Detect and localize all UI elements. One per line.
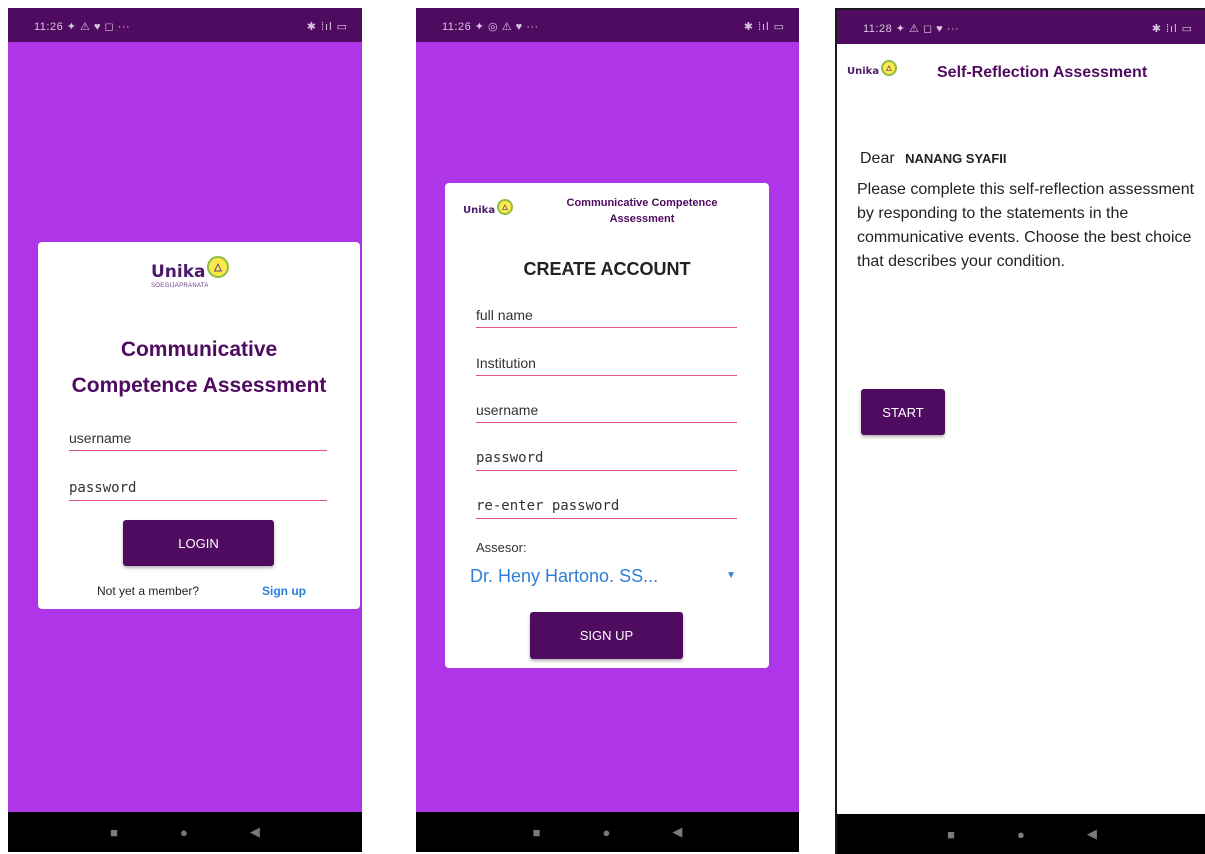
unika-logo: Unika △ SOEGIJAPRANATA (151, 256, 251, 296)
status-bar: 11:26 ✦ ◎ ⚠ ♥ ··· ✱ ⁞ıl ▭ (416, 8, 799, 42)
status-time: 11:26 ✦ ⚠ ♥ ◻ ··· (34, 21, 131, 33)
start-button[interactable]: START (861, 389, 945, 435)
back-icon[interactable]: ◀ (250, 824, 260, 840)
home-icon[interactable]: ● (1017, 827, 1025, 842)
unika-logo: Unika △ (463, 197, 523, 227)
recents-icon[interactable]: ■ (533, 825, 541, 840)
nav-bar: ■ ● ◀ (416, 812, 799, 852)
home-icon[interactable]: ● (603, 825, 611, 840)
institution-field[interactable]: Institution (476, 355, 737, 376)
header-title: Self-Reflection Assessment (937, 64, 1148, 81)
header-title: Communicative Competence Assessment (566, 197, 718, 225)
recents-icon[interactable]: ■ (110, 825, 118, 840)
password-field[interactable]: password (476, 450, 737, 471)
full-name-field[interactable]: full name (476, 307, 737, 328)
greeting: Dear NANANG SYAFII (860, 150, 1007, 168)
login-button[interactable]: LOGIN (123, 520, 274, 566)
logo-text: Unika (847, 66, 880, 77)
login-background: Unika △ SOEGIJAPRANATA Communicative Com… (8, 42, 362, 812)
title-line-1: Communicative (120, 338, 278, 361)
assessor-label: Assesor: (476, 540, 527, 555)
assessor-dropdown[interactable]: Dr. Heny Hartono. SS... ▼ (470, 564, 740, 590)
caret-down-icon: ▼ (726, 570, 736, 581)
recents-icon[interactable]: ■ (947, 827, 955, 842)
status-bar: 11:28 ✦ ⚠ ◻ ♥ ··· ✱ ⁞ıl ▭ (837, 10, 1205, 44)
login-card: Unika △ SOEGIJAPRANATA Communicative Com… (38, 242, 360, 609)
unika-logo: Unika △ (847, 58, 907, 88)
logo-subtitle: SOEGIJAPRANATA (151, 283, 209, 289)
create-account-screen: 11:26 ✦ ◎ ⚠ ♥ ··· ✱ ⁞ıl ▭ Unika △ Commun… (416, 8, 799, 852)
create-account-background: Unika △ Communicative Competence Assessm… (416, 42, 799, 812)
not-member-text: Not yet a member? (97, 584, 200, 598)
status-bar: 11:26 ✦ ⚠ ♥ ◻ ··· ✱ ⁞ıl ▭ (8, 8, 362, 42)
user-name: NANANG SYAFII (905, 151, 1007, 166)
unika-logo-icon: △ (207, 256, 229, 278)
login-screen: 11:26 ✦ ⚠ ♥ ◻ ··· ✱ ⁞ıl ▭ Unika △ SOEGIJ… (8, 8, 362, 852)
username-field[interactable]: username (476, 402, 737, 423)
logo-text: Unika (151, 262, 206, 282)
self-reflection-screen: 11:28 ✦ ⚠ ◻ ♥ ··· ✱ ⁞ıl ▭ Unika △ Self-R… (835, 8, 1205, 854)
status-icons: ✱ ⁞ıl ▭ (306, 21, 348, 33)
page-title: Communicative Competence Assessment (38, 332, 360, 404)
home-icon[interactable]: ● (180, 825, 188, 840)
instructions-text: Please complete this self-reflection ass… (857, 181, 1195, 270)
status-time: 11:26 ✦ ◎ ⚠ ♥ ··· (442, 21, 539, 33)
nav-bar: ■ ● ◀ (837, 814, 1205, 854)
signup-link[interactable]: Sign up (262, 584, 306, 598)
self-reflection-content: Unika △ Self-Reflection Assessment Dear … (837, 44, 1205, 814)
create-account-heading: CREATE ACCOUNT (523, 259, 691, 279)
password-field[interactable]: password (69, 480, 327, 501)
reenter-password-field[interactable]: re-enter password (476, 498, 737, 519)
unika-logo-icon: △ (497, 199, 513, 215)
status-icons: ✱ ⁞ıl ▭ (743, 21, 785, 33)
back-icon[interactable]: ◀ (1087, 826, 1097, 842)
username-field[interactable]: username (69, 430, 327, 451)
dear-label: Dear (860, 150, 895, 167)
back-icon[interactable]: ◀ (672, 824, 682, 840)
nav-bar: ■ ● ◀ (8, 812, 362, 852)
create-account-card: Unika △ Communicative Competence Assessm… (445, 183, 769, 668)
status-time: 11:28 ✦ ⚠ ◻ ♥ ··· (863, 23, 960, 35)
status-icons: ✱ ⁞ıl ▭ (1151, 23, 1193, 35)
sign-up-button[interactable]: SIGN UP (530, 612, 683, 659)
title-line-2: Competence Assessment (71, 374, 327, 397)
assessor-selected: Dr. Heny Hartono. SS... (470, 566, 659, 586)
unika-logo-icon: △ (881, 60, 897, 76)
logo-text: Unika (463, 205, 496, 216)
